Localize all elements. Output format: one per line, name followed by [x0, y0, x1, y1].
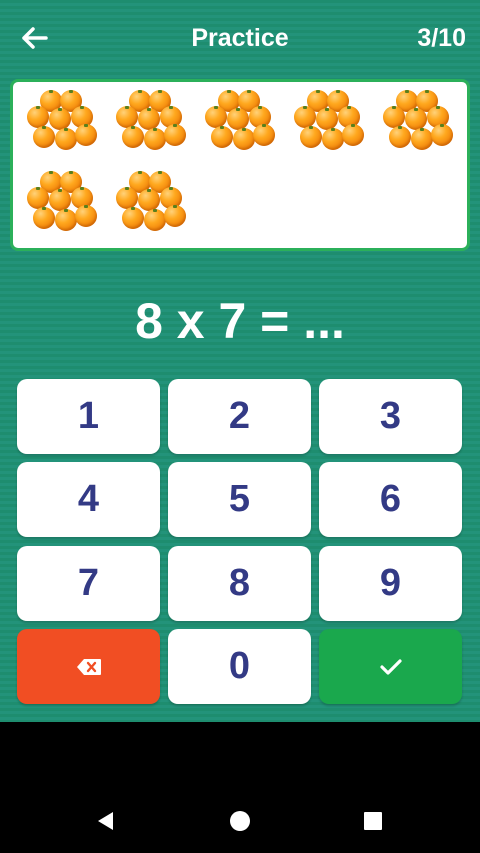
app-screen: Practice 3/10 8 x 7 = ... 1 2 3 4 5 6 7 8 9 0: [0, 0, 480, 722]
equation-text: 8 x 7 = ...: [135, 293, 345, 349]
back-button[interactable]: [12, 16, 56, 60]
orange-icon: [411, 128, 433, 150]
orange-icon: [342, 124, 364, 146]
orange-icon: [300, 126, 322, 148]
orange-icon: [55, 128, 77, 150]
orange-icon: [144, 209, 166, 231]
orange-icon: [383, 106, 405, 128]
orange-icon: [27, 187, 49, 209]
orange-icon: [294, 106, 316, 128]
orange-icon: [253, 124, 275, 146]
orange-icon: [431, 124, 453, 146]
key-8[interactable]: 8: [168, 546, 311, 621]
orange-icon: [205, 106, 227, 128]
key-7[interactable]: 7: [17, 546, 160, 621]
top-bar: Practice 3/10: [0, 0, 480, 76]
key-label: 0: [228, 645, 251, 687]
recents-square-icon: [364, 812, 382, 830]
orange-group: [116, 90, 188, 162]
key-label: 2: [228, 395, 251, 437]
orange-group: [27, 171, 99, 243]
orange-icon: [122, 126, 144, 148]
orange-icon: [116, 106, 138, 128]
home-circle-icon: [230, 811, 250, 831]
key-label: 3: [379, 395, 402, 437]
illustration-card: [10, 79, 470, 251]
key-label: 4: [77, 478, 100, 520]
key-9[interactable]: 9: [319, 546, 462, 621]
delete-button[interactable]: [17, 629, 160, 704]
page-title: Practice: [191, 24, 289, 52]
question-progress: 3/10: [417, 24, 466, 52]
orange-icon: [122, 207, 144, 229]
orange-icon: [389, 126, 411, 148]
orange-icon: [33, 207, 55, 229]
orange-icon: [233, 128, 255, 150]
orange-group: [294, 90, 366, 162]
key-label: 5: [228, 478, 251, 520]
checkmark-icon: [379, 658, 402, 675]
orange-icon: [322, 128, 344, 150]
key-label: 9: [379, 562, 402, 604]
key-label: 7: [77, 562, 100, 604]
key-label: 1: [77, 395, 100, 437]
orange-icon: [55, 209, 77, 231]
orange-icon: [227, 108, 249, 130]
key-5[interactable]: 5: [168, 462, 311, 537]
orange-icon: [49, 189, 71, 211]
system-recents-button[interactable]: [358, 806, 388, 836]
orange-icon: [138, 189, 160, 211]
orange-icon: [211, 126, 233, 148]
arrow-left-icon: [22, 27, 48, 49]
orange-group: [27, 90, 99, 162]
orange-icon: [138, 108, 160, 130]
orange-group: [116, 171, 188, 243]
orange-icon: [33, 126, 55, 148]
backspace-icon: [76, 658, 101, 675]
orange-icon: [27, 106, 49, 128]
key-3[interactable]: 3: [319, 379, 462, 454]
orange-group: [205, 90, 277, 162]
orange-icon: [75, 205, 97, 227]
orange-icon: [49, 108, 71, 130]
orange-group: [383, 90, 455, 162]
key-label: 6: [379, 478, 402, 520]
key-2[interactable]: 2: [168, 379, 311, 454]
orange-icon: [75, 124, 97, 146]
key-0[interactable]: 0: [168, 629, 311, 704]
key-1[interactable]: 1: [17, 379, 160, 454]
key-label: 8: [228, 562, 251, 604]
orange-icon: [164, 205, 186, 227]
system-home-button[interactable]: [225, 806, 255, 836]
orange-icon: [116, 187, 138, 209]
key-4[interactable]: 4: [17, 462, 160, 537]
key-6[interactable]: 6: [319, 462, 462, 537]
back-triangle-icon: [98, 812, 113, 830]
orange-icon: [405, 108, 427, 130]
orange-icon: [144, 128, 166, 150]
orange-icon: [316, 108, 338, 130]
system-back-button[interactable]: [91, 806, 121, 836]
confirm-button[interactable]: [319, 629, 462, 704]
orange-icon: [164, 124, 186, 146]
